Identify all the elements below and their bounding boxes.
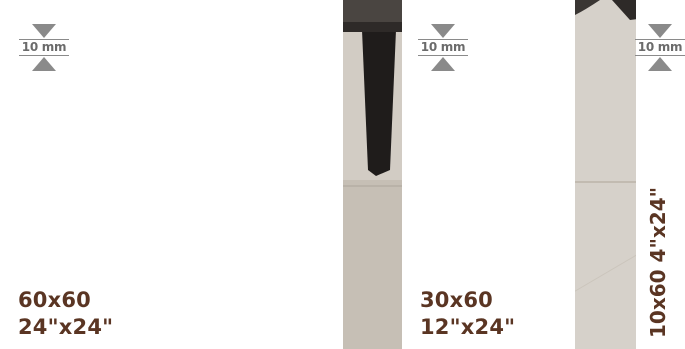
thickness-label: 10 mm [420, 40, 466, 54]
format-metric: 10x60 [646, 269, 670, 338]
format-metric: 60x60 [18, 288, 91, 312]
thickness-rule [418, 55, 468, 56]
thickness-label: 10 mm [637, 40, 683, 54]
arrow-up-icon [648, 57, 672, 71]
arrow-up-icon [32, 57, 56, 71]
format-label-10x60: 10x60 4"x24" [646, 187, 670, 338]
arrow-down-icon [648, 24, 672, 38]
format-metric: 30x60 [420, 288, 493, 312]
arrow-down-icon [32, 24, 56, 38]
tile-format-graphic: 10 mm 10 mm 10 mm 60x60 24"x24" 30x60 12… [0, 0, 685, 349]
thickness-rule [19, 55, 69, 56]
format-imperial: 4"x24" [646, 186, 670, 263]
arrow-up-icon [431, 57, 455, 71]
thickness-label: 10 mm [21, 40, 67, 54]
thickness-indicator-60x60: 10 mm [19, 24, 69, 71]
format-label-60x60: 60x60 24"x24" [18, 287, 113, 341]
format-imperial: 12"x24" [420, 315, 516, 339]
format-label-30x60: 30x60 12"x24" [420, 287, 515, 341]
thickness-rule [635, 55, 685, 56]
thickness-indicator-30x60: 10 mm [418, 24, 468, 71]
format-imperial: 24"x24" [18, 315, 114, 339]
thickness-indicator-10x60: 10 mm [635, 24, 685, 71]
arrow-down-icon [431, 24, 455, 38]
